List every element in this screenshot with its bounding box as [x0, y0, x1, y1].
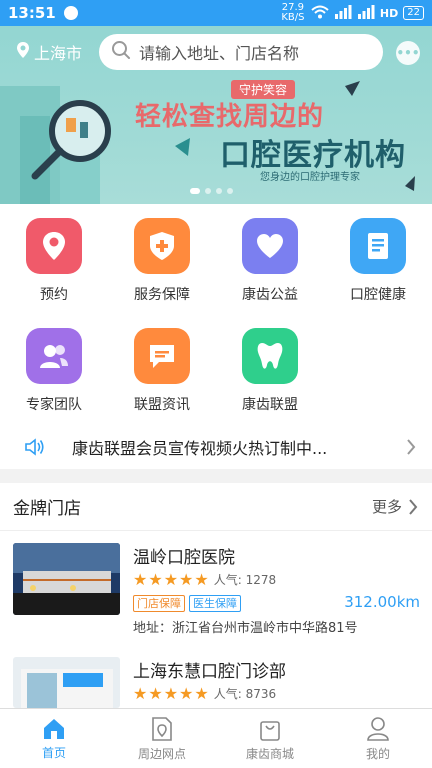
status-time: 13:51 [8, 4, 56, 22]
store-card[interactable]: 温岭口腔医院 ★ ★ ★ ★ ★ 人气: 1278 门店保障 医生保障 312.00km… [0, 543, 432, 643]
popularity-label: 人气: [213, 573, 242, 587]
more-link[interactable]: 更多 [372, 496, 418, 517]
tab-label: 康齿商城 [245, 746, 294, 761]
search-input[interactable]: 请输入地址、门店名称 [99, 34, 383, 70]
notification-icon [63, 6, 78, 20]
city-label: 上海市 [34, 44, 83, 63]
store-photo [13, 657, 120, 708]
nearby-icon [152, 716, 172, 741]
tab-label: 周边网点 [137, 746, 186, 761]
search-placeholder: 请输入地址、门店名称 [139, 44, 300, 63]
carousel-dot [216, 188, 222, 194]
status-bar: 13:51 27.9 KB/S HD 22 [0, 0, 432, 26]
shield-plus-icon [134, 218, 190, 274]
section-divider [0, 469, 432, 483]
message-icon [134, 328, 190, 384]
net-speed: 27.9 KB/S [281, 2, 305, 23]
star-icon: ★ [133, 570, 148, 589]
store-photo [13, 543, 120, 615]
grid-label: 康齿公益 [242, 287, 298, 303]
store-name: 温岭口腔医院 [133, 548, 235, 568]
section-title: 金牌门店 [13, 499, 81, 519]
grid-label: 预约 [40, 287, 68, 303]
star-icon: ★ [194, 684, 209, 703]
signal-icon [334, 4, 352, 22]
star-icon: ★ [179, 684, 194, 703]
heart-icon [242, 218, 298, 274]
grid-item-charity[interactable]: 康齿公益 [216, 218, 324, 304]
store-distance: 312.00km [344, 593, 420, 611]
section-header: 金牌门店 更多 [0, 483, 432, 531]
wifi-icon [311, 5, 329, 22]
popularity-value: 1278 [245, 573, 277, 587]
popularity-value: 8736 [245, 687, 277, 701]
chevron-right-icon [409, 498, 418, 515]
tab-home[interactable]: 首页 [0, 709, 108, 768]
battery-icon: 22 [403, 6, 424, 20]
tab-label: 我的 [365, 746, 390, 761]
grid-item-experts[interactable]: 专家团队 [0, 328, 108, 414]
tab-mall[interactable]: 康齿商城 [216, 709, 324, 768]
star-icon: ★ [163, 570, 179, 589]
grid-item-appointment[interactable]: 预约 [0, 218, 108, 304]
banner-line1: 轻松查找周边的 [135, 102, 325, 132]
star-icon: ★ [148, 570, 163, 589]
star-rating: ★ ★ ★ ★ ★ 人气: 1278 [133, 570, 276, 589]
grid-label: 服务保障 [134, 287, 190, 303]
grid-label: 联盟资讯 [134, 397, 190, 413]
grid-label: 专家团队 [26, 397, 82, 413]
tab-mine[interactable]: 我的 [324, 709, 432, 768]
grid-item-service[interactable]: 服务保障 [108, 218, 216, 304]
store-address: 地址：浙江省台州市温岭市中华路81号 [133, 621, 358, 636]
star-rating: ★ ★ ★ ★ ★ 人气: 8736 [133, 684, 276, 703]
book-icon [350, 218, 406, 274]
location-icon [16, 41, 30, 63]
city-selector[interactable]: 上海市 [16, 40, 98, 64]
carousel-dot [205, 188, 211, 194]
notice-text: 康齿联盟会员宣传视频火热订制中... [72, 439, 328, 458]
banner-line3: 您身边的口腔护理专家 [260, 172, 360, 183]
star-icon: ★ [163, 684, 179, 703]
tab-bar: 首页 周边网点 康齿商城 我的 [0, 708, 432, 768]
tab-nearby[interactable]: 周边网点 [108, 709, 216, 768]
star-icon: ★ [194, 570, 209, 589]
popularity-label: 人气: [213, 687, 242, 701]
banner[interactable]: 上海市 请输入地址、门店名称 ••• 守护笑容 轻松查找周边的 口腔医疗机构 您… [0, 26, 432, 204]
star-icon: ★ [148, 684, 163, 703]
store-tags: 门店保障 医生保障 [133, 595, 241, 612]
grid-item-news[interactable]: 联盟资讯 [108, 328, 216, 414]
carousel-dot [227, 188, 233, 194]
shopping-bag-icon [260, 720, 280, 741]
tag-store-guarantee: 门店保障 [133, 595, 185, 612]
speaker-icon [24, 437, 46, 461]
grid-item-alliance[interactable]: 康齿联盟 [216, 328, 324, 414]
carousel-dot [190, 188, 200, 194]
chevron-right-icon [406, 438, 416, 460]
notice-bar[interactable]: 康齿联盟会员宣传视频火热订制中... [0, 425, 432, 469]
user-icon [367, 716, 389, 741]
tab-label: 首页 [41, 745, 66, 760]
star-icon: ★ [179, 570, 194, 589]
location-pin-icon [26, 218, 82, 274]
more-label: 更多 [371, 498, 402, 516]
hd-icon: HD [379, 6, 399, 20]
search-icon [111, 40, 131, 64]
home-icon [44, 718, 64, 739]
people-icon [26, 328, 82, 384]
grid-item-oral-health[interactable]: 口腔健康 [324, 218, 432, 304]
grid-label: 康齿联盟 [242, 397, 298, 413]
carousel-dots [190, 188, 233, 194]
store-name: 上海东慧口腔门诊部 [133, 662, 286, 682]
tag-doctor-guarantee: 医生保障 [189, 595, 241, 612]
signal-icon-2 [357, 4, 375, 22]
tooth-icon [242, 328, 298, 384]
grid-label: 口腔健康 [350, 287, 406, 303]
message-icon[interactable]: ••• [396, 41, 420, 65]
star-icon: ★ [133, 684, 148, 703]
